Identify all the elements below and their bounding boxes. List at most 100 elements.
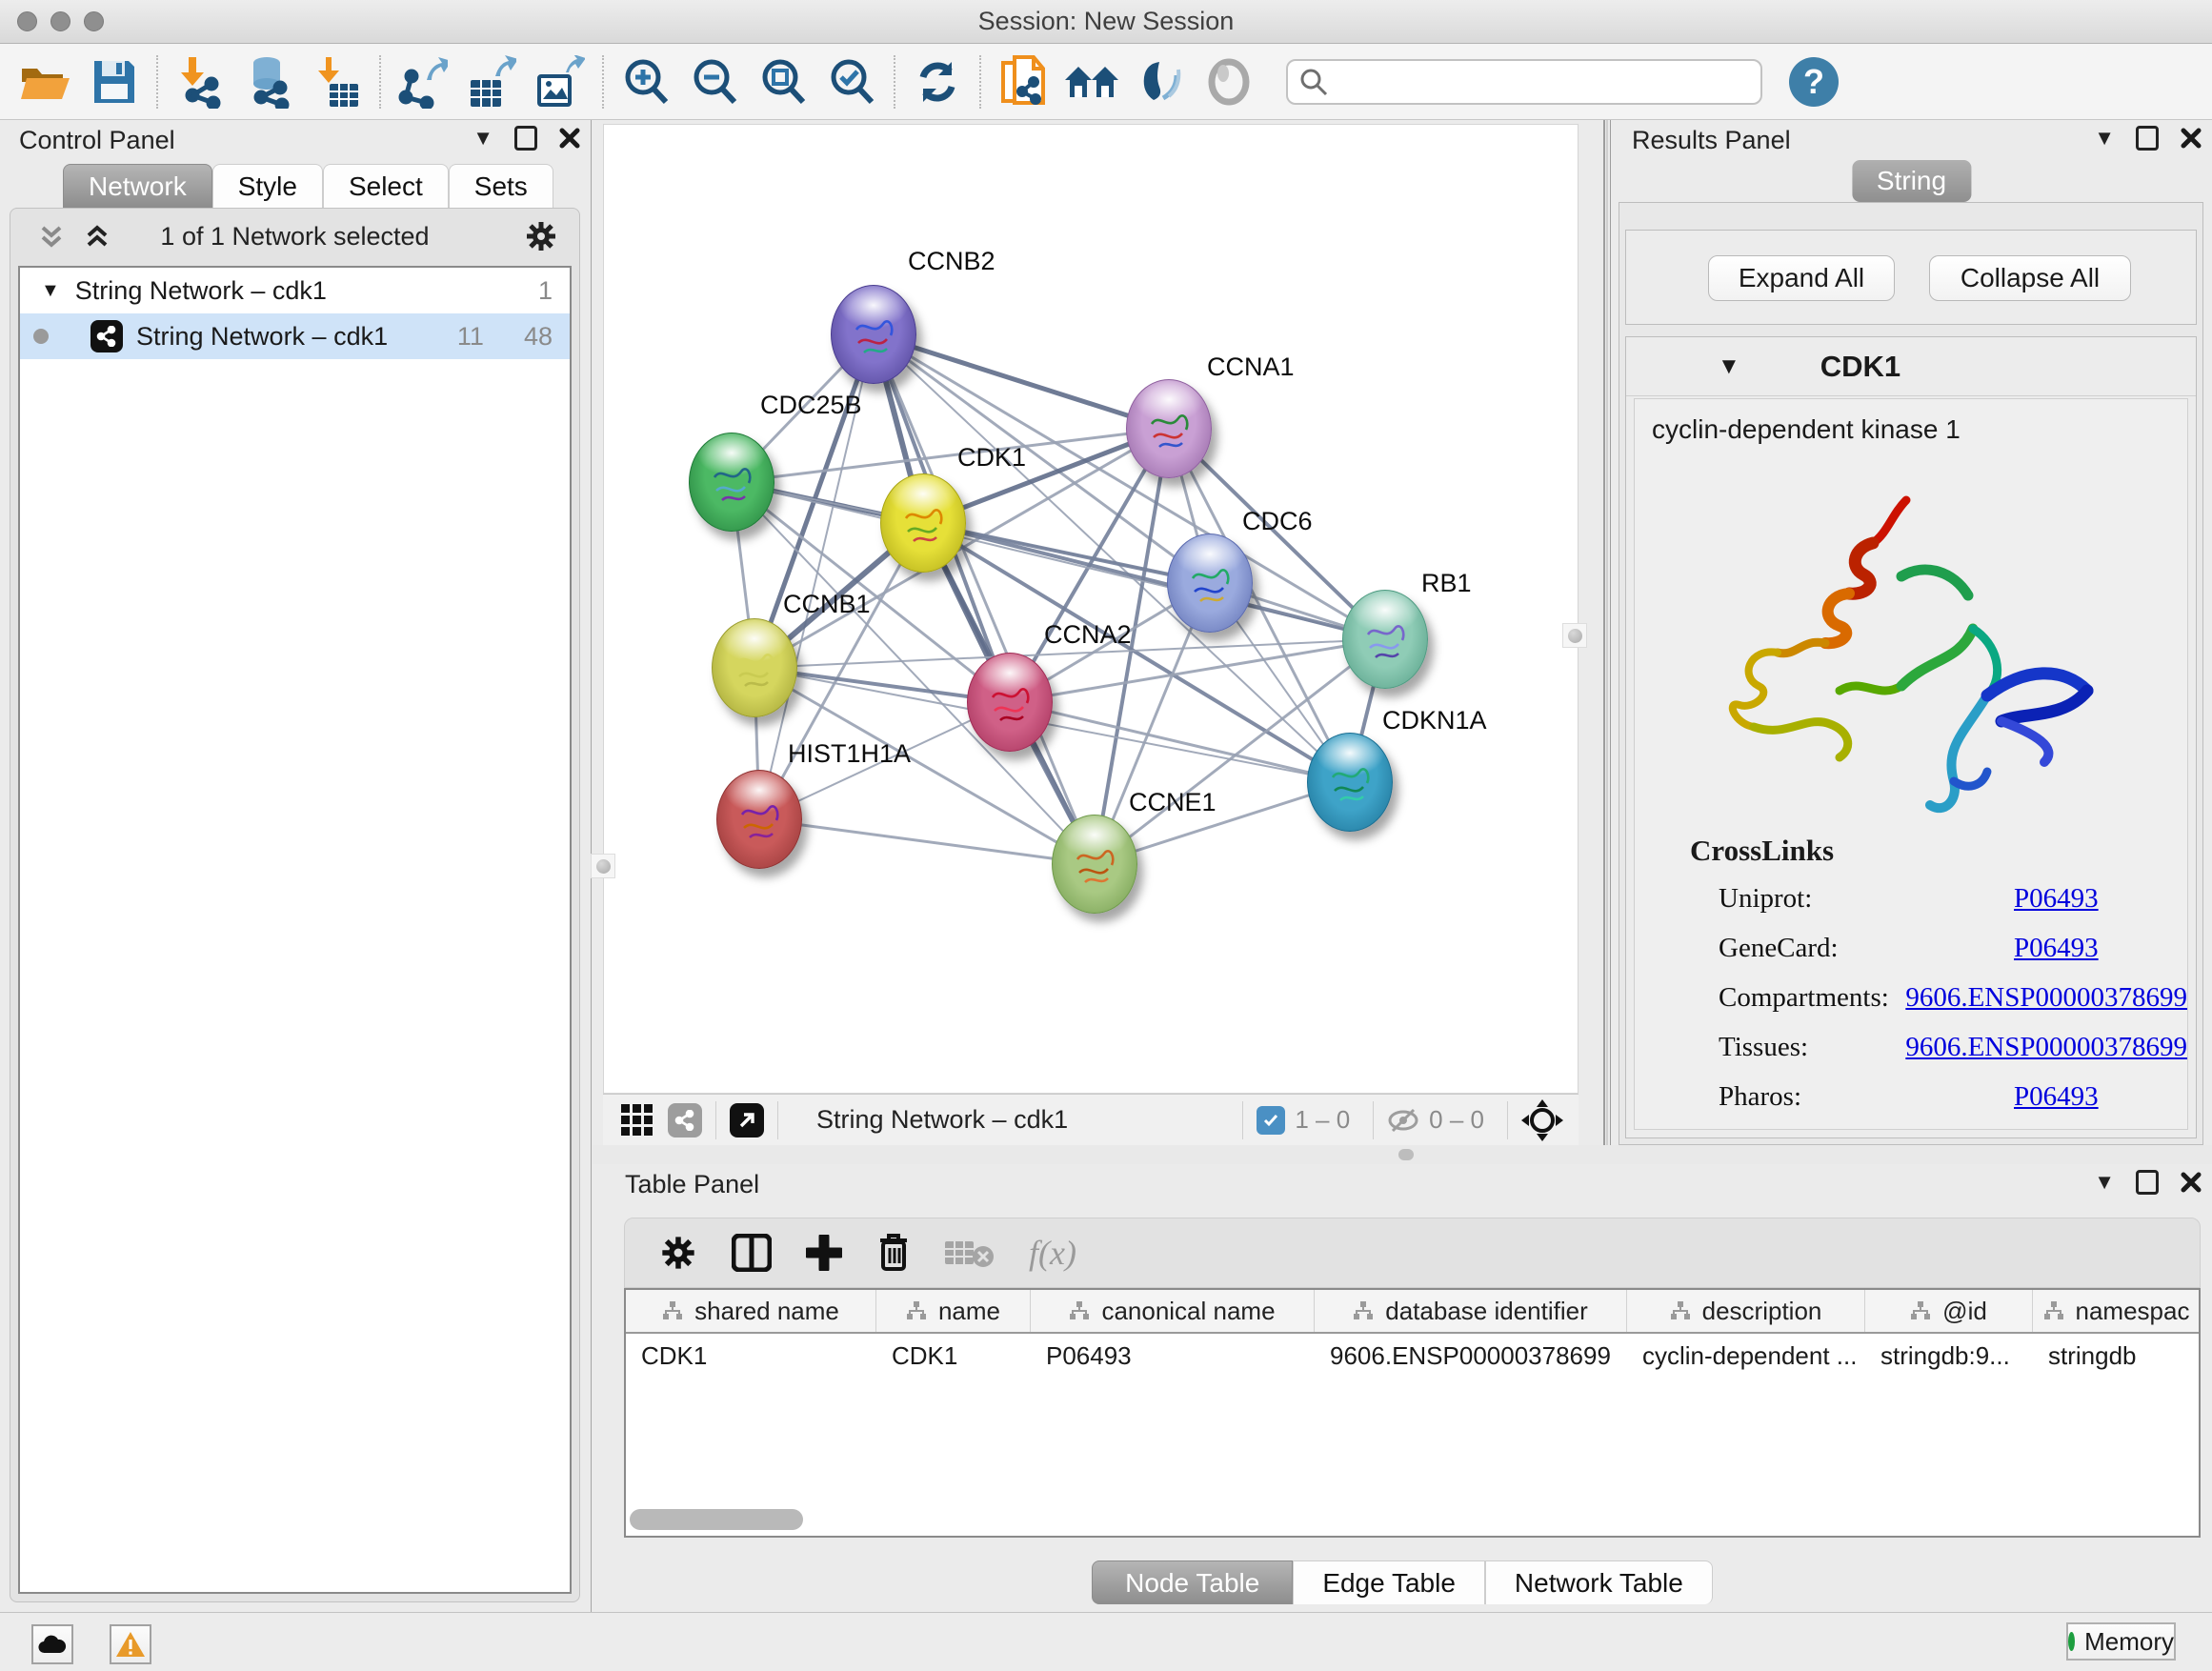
vertical-splitter[interactable] bbox=[1603, 120, 1608, 1145]
refresh-network-button[interactable] bbox=[903, 51, 972, 112]
cloud-status-button[interactable] bbox=[31, 1624, 73, 1664]
memory-button[interactable]: Memory bbox=[2066, 1622, 2176, 1661]
table-cell[interactable]: cyclin-dependent ... bbox=[1627, 1334, 1865, 1378]
collapse-all-button[interactable]: Collapse All bbox=[1929, 255, 2131, 301]
window-controls[interactable] bbox=[17, 11, 104, 31]
delete-column-icon[interactable] bbox=[876, 1233, 911, 1273]
float-panel-icon[interactable] bbox=[2136, 126, 2159, 151]
graph-node-ccna1[interactable] bbox=[1126, 379, 1212, 478]
column-header-database-identifier[interactable]: database identifier bbox=[1315, 1290, 1627, 1332]
horizontal-splitter[interactable] bbox=[593, 1145, 2212, 1164]
zoom-fit-button[interactable] bbox=[749, 51, 817, 112]
show-glass-button[interactable] bbox=[1195, 51, 1263, 112]
table-cell[interactable]: CDK1 bbox=[876, 1334, 1031, 1378]
column-header-shared-name[interactable]: shared name bbox=[626, 1290, 876, 1332]
graph-node-cdk1[interactable] bbox=[880, 473, 966, 573]
left-splitter-grip[interactable] bbox=[591, 854, 615, 878]
graph-node-rb1[interactable] bbox=[1342, 590, 1428, 689]
table-cell[interactable]: stringdb bbox=[2033, 1334, 2201, 1378]
crosslink-link[interactable]: 9606.ENSP00000378699 bbox=[1905, 1032, 2187, 1063]
export-table-button[interactable] bbox=[457, 51, 526, 112]
graph-node-hist1h1a[interactable] bbox=[716, 770, 802, 869]
float-panel-icon[interactable] bbox=[514, 126, 537, 151]
column-header-name[interactable]: name bbox=[876, 1290, 1031, 1332]
network-collection-row[interactable]: ▼ String Network – cdk1 1 bbox=[20, 268, 570, 313]
help-button[interactable]: ? bbox=[1789, 57, 1839, 107]
gear-icon[interactable] bbox=[659, 1234, 697, 1272]
close-panel-icon[interactable] bbox=[2180, 127, 2202, 150]
crosslink-link[interactable]: 9606.ENSP00000378699 bbox=[1905, 982, 2187, 1014]
birdseye-view-button[interactable] bbox=[668, 1103, 702, 1137]
table-cell[interactable]: CDK1 bbox=[626, 1334, 876, 1378]
selected-indicator-checkbox[interactable] bbox=[1257, 1106, 1285, 1135]
hidden-eye-icon[interactable] bbox=[1387, 1106, 1419, 1135]
tab-network-table[interactable]: Network Table bbox=[1485, 1560, 1713, 1604]
zoom-out-button[interactable] bbox=[680, 51, 749, 112]
tab-string[interactable]: String bbox=[1852, 160, 1971, 202]
tab-node-table[interactable]: Node Table bbox=[1092, 1560, 1293, 1604]
copy-network-button[interactable] bbox=[989, 51, 1057, 112]
gene-section-header[interactable]: ▼ CDK1 bbox=[1626, 337, 2196, 396]
tab-edge-table[interactable]: Edge Table bbox=[1293, 1560, 1485, 1604]
close-panel-icon[interactable] bbox=[558, 127, 581, 150]
crosslink-link[interactable]: P06493 bbox=[2014, 1081, 2099, 1113]
minimize-window-button[interactable] bbox=[50, 11, 70, 31]
panel-menu-caret-icon[interactable]: ▼ bbox=[2094, 126, 2115, 151]
delete-table-icon[interactable] bbox=[945, 1236, 995, 1270]
section-caret-icon[interactable]: ▼ bbox=[1718, 353, 1740, 380]
table-cell[interactable]: P06493 bbox=[1031, 1334, 1315, 1378]
column-header-description[interactable]: description bbox=[1627, 1290, 1865, 1332]
table-cell[interactable]: 9606.ENSP00000378699 bbox=[1315, 1334, 1627, 1378]
panel-menu-caret-icon[interactable]: ▼ bbox=[2094, 1170, 2115, 1195]
toolbar-search[interactable] bbox=[1286, 59, 1762, 105]
crosslink-link[interactable]: P06493 bbox=[2014, 883, 2099, 915]
network-edge[interactable] bbox=[874, 334, 1095, 864]
table-row[interactable]: CDK1CDK1P064939606.ENSP00000378699cyclin… bbox=[626, 1334, 2199, 1378]
right-splitter-grip[interactable] bbox=[1562, 623, 1587, 648]
add-column-icon[interactable] bbox=[806, 1235, 842, 1271]
import-table-button[interactable] bbox=[303, 51, 372, 112]
network-edge[interactable] bbox=[874, 334, 1169, 429]
maximize-window-button[interactable] bbox=[84, 11, 104, 31]
panel-menu-caret-icon[interactable]: ▼ bbox=[473, 126, 493, 151]
tab-style[interactable]: Style bbox=[212, 164, 323, 208]
table-cell[interactable]: stringdb:9... bbox=[1865, 1334, 2033, 1378]
collection-caret-icon[interactable]: ▼ bbox=[41, 280, 60, 302]
close-window-button[interactable] bbox=[17, 11, 37, 31]
close-panel-icon[interactable] bbox=[2180, 1171, 2202, 1194]
export-network-button[interactable] bbox=[389, 51, 457, 112]
search-input[interactable] bbox=[1328, 67, 1738, 96]
column-header-namespac[interactable]: namespac bbox=[2033, 1290, 2201, 1332]
fit-content-crosshair-icon[interactable] bbox=[1521, 1099, 1563, 1141]
gear-icon[interactable] bbox=[524, 219, 558, 253]
import-network-database-button[interactable] bbox=[234, 51, 303, 112]
tab-select[interactable]: Select bbox=[323, 164, 449, 208]
column-header--id[interactable]: @id bbox=[1865, 1290, 2033, 1332]
grid-view-button[interactable] bbox=[620, 1103, 654, 1137]
graph-node-ccna2[interactable] bbox=[967, 653, 1053, 752]
graph-node-ccne1[interactable] bbox=[1052, 815, 1137, 914]
graph-node-cdkn1a[interactable] bbox=[1307, 733, 1393, 832]
tab-network[interactable]: Network bbox=[63, 164, 212, 208]
import-network-file-button[interactable] bbox=[166, 51, 234, 112]
network-edge[interactable] bbox=[1010, 702, 1350, 782]
column-header-canonical-name[interactable]: canonical name bbox=[1031, 1290, 1315, 1332]
zoom-selected-button[interactable] bbox=[817, 51, 886, 112]
graph-node-ccnb2[interactable] bbox=[831, 285, 916, 384]
network-canvas[interactable]: CCNB2CCNA1CDC25BCDK1CDC6RB1CCNB1CCNA2CDK… bbox=[603, 124, 1579, 1094]
graph-node-ccnb1[interactable] bbox=[712, 618, 797, 717]
graph-node-cdc6[interactable] bbox=[1167, 534, 1253, 633]
export-image-button[interactable] bbox=[526, 51, 594, 112]
float-panel-icon[interactable] bbox=[2136, 1170, 2159, 1195]
hide-glass-button[interactable] bbox=[1126, 51, 1195, 112]
open-session-button[interactable] bbox=[11, 51, 80, 112]
expand-all-button[interactable]: Expand All bbox=[1708, 255, 1895, 301]
export-view-button[interactable] bbox=[730, 1103, 764, 1137]
network-edge[interactable] bbox=[759, 819, 1095, 864]
columns-icon[interactable] bbox=[732, 1234, 772, 1272]
crosslink-link[interactable]: P06493 bbox=[2014, 933, 2099, 964]
zoom-in-button[interactable] bbox=[612, 51, 680, 112]
graph-node-cdc25b[interactable] bbox=[689, 433, 774, 532]
warnings-button[interactable] bbox=[110, 1624, 151, 1664]
string-home-button[interactable] bbox=[1057, 51, 1126, 112]
